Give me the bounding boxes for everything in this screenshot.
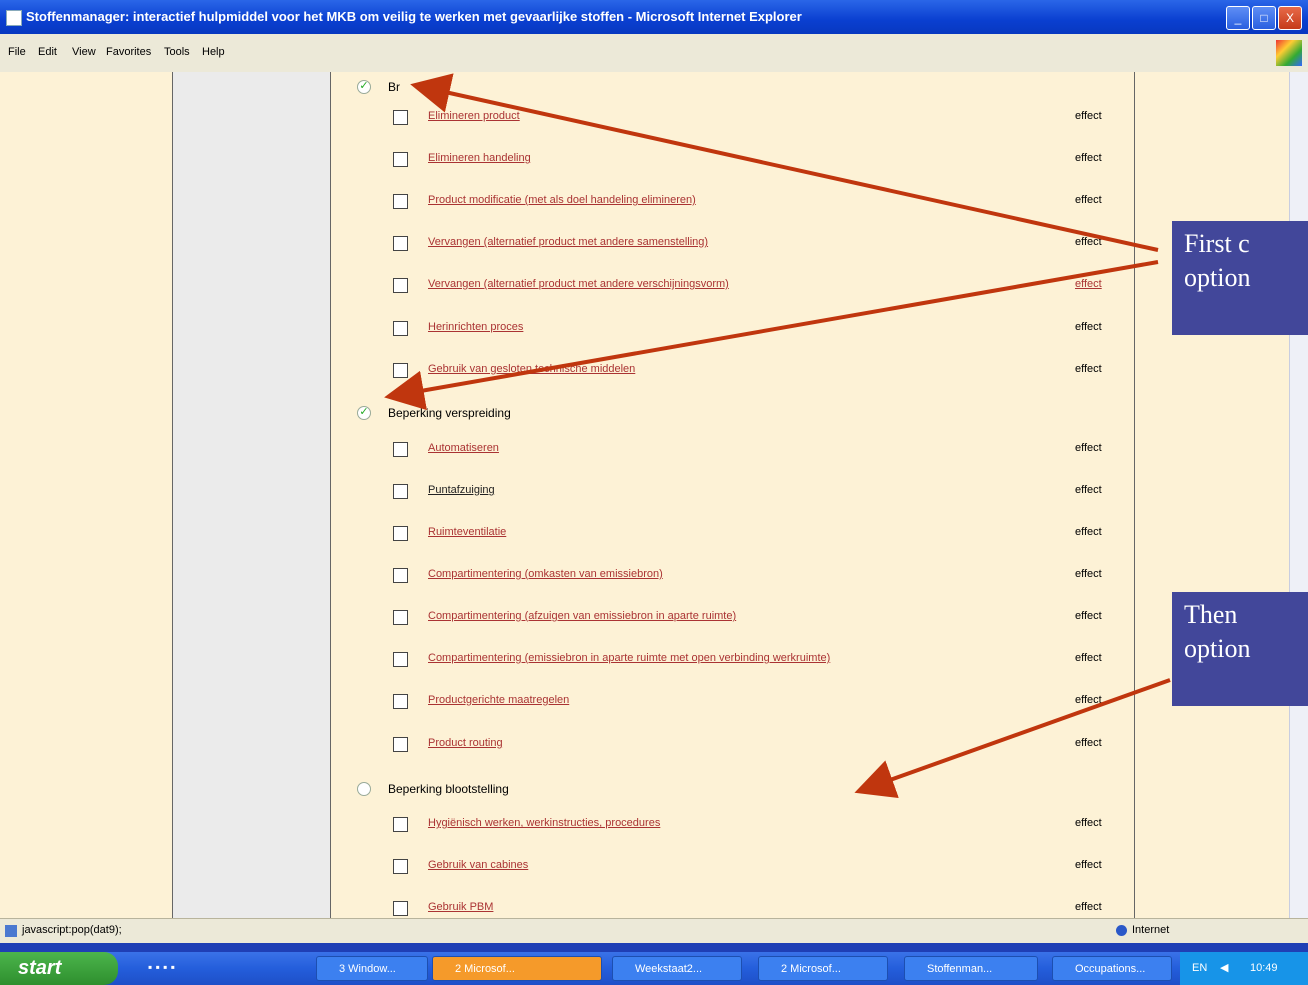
annotation-arrows: [384, 73, 1171, 799]
status-bar: javascript:pop(dat9); Internet: [0, 918, 1308, 943]
callout-then: Then option: [1172, 592, 1308, 706]
system-tray: EN ◀ 10:49: [1180, 952, 1308, 985]
taskbar: start ▪ ▪ ▪ ▪ 3 Window... 2 Microsof... …: [0, 952, 1308, 985]
language-indicator[interactable]: EN: [1192, 952, 1207, 985]
task-microsoft-1[interactable]: 2 Microsof...: [432, 956, 602, 981]
globe-icon: [1116, 925, 1127, 936]
callout-first: First c option: [1172, 221, 1308, 335]
volume-icon[interactable]: ◀: [1220, 952, 1228, 985]
arrow-line: [854, 678, 1171, 799]
task-occupations[interactable]: Occupations...: [1052, 956, 1172, 981]
security-zone: Internet: [1132, 924, 1170, 936]
task-stoffenmanager[interactable]: Stoffenman...: [904, 956, 1038, 981]
start-button[interactable]: start: [0, 952, 118, 985]
callout-then-text: Then option: [1184, 600, 1251, 663]
task-weekstaat[interactable]: Weekstaat2...: [612, 956, 742, 981]
task-windows[interactable]: 3 Window...: [316, 956, 428, 981]
page-icon: [5, 925, 17, 937]
task-microsoft-2[interactable]: 2 Microsof...: [758, 956, 888, 981]
quick-launch-icons[interactable]: ▪ ▪ ▪ ▪: [148, 960, 248, 977]
status-text: javascript:pop(dat9);: [22, 924, 122, 936]
arrow-line: [410, 73, 1159, 252]
callout-first-text: First c option: [1184, 229, 1251, 292]
clock[interactable]: 10:49: [1250, 952, 1278, 985]
arrow-line: [384, 260, 1159, 411]
